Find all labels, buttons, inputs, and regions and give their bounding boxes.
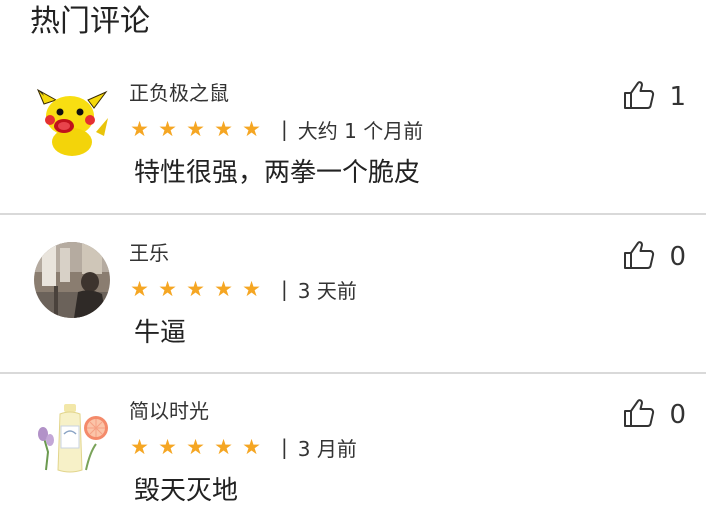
star-icon: ★ — [158, 117, 177, 141]
username[interactable]: 王乐 — [129, 240, 169, 266]
section-title: 热门评论 — [30, 4, 150, 39]
thumbs-up-icon[interactable] — [623, 80, 655, 114]
star-icon: ★ — [214, 435, 233, 459]
comment-meta: ★ ★ ★ ★ ★ | 大约 1 个月前 — [129, 114, 423, 144]
divider — [0, 372, 706, 374]
separator: | — [281, 435, 288, 459]
like-button[interactable]: 1 — [623, 80, 686, 114]
username[interactable]: 正负极之鼠 — [129, 80, 229, 106]
separator: | — [281, 277, 288, 301]
star-icon: ★ — [242, 117, 261, 141]
comment-text: 牛逼 — [134, 318, 187, 348]
like-button[interactable]: 0 — [623, 398, 686, 432]
hot-comments-page: 热门评论 正负极之鼠 ★ ★ ★ ★ ★ | 大约 1 个月前 特性很强，两拳一… — [0, 0, 706, 529]
comment-text: 毁天灭地 — [134, 476, 239, 506]
star-icon: ★ — [214, 277, 233, 301]
like-button[interactable]: 0 — [623, 240, 686, 274]
avatar[interactable] — [34, 82, 110, 158]
star-icon: ★ — [130, 435, 149, 459]
divider — [0, 213, 706, 215]
thumbs-up-icon[interactable] — [623, 240, 655, 274]
thumbs-up-icon[interactable] — [623, 398, 655, 432]
avatar[interactable] — [34, 400, 110, 476]
star-icon: ★ — [130, 117, 149, 141]
avatar[interactable] — [34, 242, 110, 318]
star-icon: ★ — [158, 277, 177, 301]
like-count: 0 — [669, 400, 686, 430]
username[interactable]: 简以时光 — [129, 398, 209, 424]
comment-time: 大约 1 个月前 — [297, 118, 424, 143]
like-count: 1 — [669, 82, 686, 112]
comment-meta: ★ ★ ★ ★ ★ | 3 天前 — [129, 274, 357, 304]
star-icon: ★ — [186, 277, 205, 301]
star-icon: ★ — [186, 117, 205, 141]
star-icon: ★ — [158, 435, 177, 459]
star-icon: ★ — [242, 435, 261, 459]
star-icon: ★ — [242, 277, 261, 301]
comment-time: 3 天前 — [297, 278, 357, 303]
comment-meta: ★ ★ ★ ★ ★ | 3 月前 — [129, 432, 357, 462]
comment-text: 特性很强，两拳一个脆皮 — [134, 158, 421, 188]
star-icon: ★ — [186, 435, 205, 459]
star-icon: ★ — [214, 117, 233, 141]
like-count: 0 — [669, 242, 686, 272]
separator: | — [281, 117, 288, 141]
star-icon: ★ — [130, 277, 149, 301]
comment-time: 3 月前 — [297, 436, 357, 461]
